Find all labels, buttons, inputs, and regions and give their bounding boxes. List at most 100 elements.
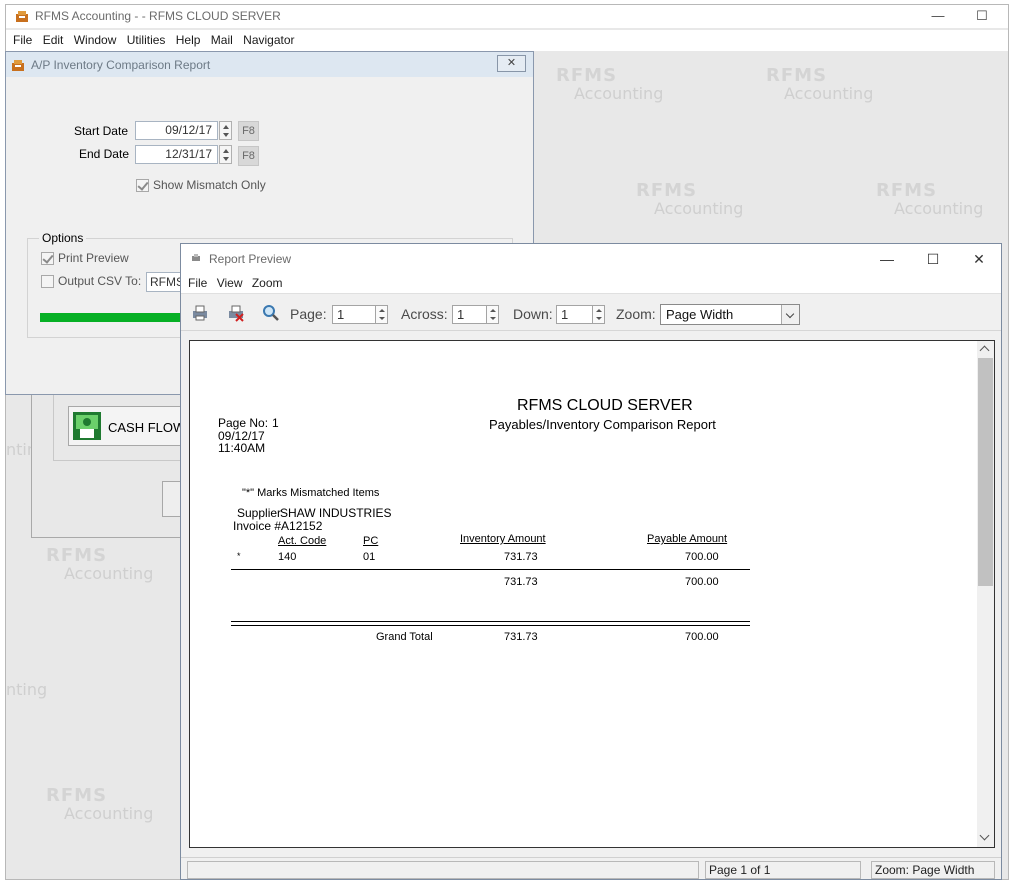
ap-dialog-titlebar: A/P Inventory Comparison Report ✕: [6, 52, 533, 77]
page-no-label: Page No:: [218, 416, 269, 430]
page-label: Page:: [290, 306, 327, 322]
status-zoom: Zoom: Page Width: [871, 861, 995, 879]
chevron-down-icon[interactable]: [781, 305, 799, 324]
search-icon[interactable]: [262, 304, 280, 322]
grand-total-label: Grand Total: [376, 631, 433, 643]
report-preview-toolbar: Page: 1 Across: 1 Down: 1 Zoom: Page Wid…: [181, 293, 1001, 331]
print-preview-checkbox[interactable]: [41, 252, 54, 265]
page-spinner[interactable]: [376, 305, 388, 324]
menu-edit[interactable]: Edit: [43, 30, 64, 50]
down-spinner[interactable]: [593, 305, 605, 324]
close-button[interactable]: ✕: [957, 248, 1001, 270]
cash-flow-icon: [73, 412, 101, 440]
col-header-payable: Payable Amount: [647, 533, 728, 545]
report-time: 11:40AM: [218, 441, 266, 455]
zoom-label: Zoom:: [616, 306, 656, 322]
menu-view[interactable]: View: [217, 274, 243, 292]
subtotal-inventory: 731.73: [504, 576, 538, 588]
report-page-area: RFMS CLOUD SERVER Payables/Inventory Com…: [189, 340, 995, 848]
end-date-spinner[interactable]: [219, 145, 232, 164]
zoom-value: Page Width: [666, 307, 734, 322]
menu-file[interactable]: File: [188, 274, 207, 292]
grand-total-inventory: 731.73: [504, 631, 538, 643]
down-input[interactable]: 1: [556, 305, 593, 324]
status-cell-empty: [187, 861, 699, 879]
report-preview-menubar: File View Zoom: [181, 274, 1001, 293]
start-date-spinner[interactable]: [219, 121, 232, 140]
show-mismatch-checkbox[interactable]: [136, 179, 149, 192]
col-header-inventory: Inventory Amount: [460, 533, 546, 545]
row-payable-amount: 700.00: [685, 551, 719, 563]
vertical-scrollbar[interactable]: [977, 341, 994, 847]
menu-navigator[interactable]: Navigator: [243, 30, 294, 50]
show-mismatch-label: Show Mismatch Only: [153, 178, 266, 192]
rfms-app-icon: [12, 60, 24, 71]
scroll-thumb[interactable]: [978, 358, 993, 586]
report-company: RFMS CLOUD SERVER: [517, 397, 693, 414]
across-spinner[interactable]: [487, 305, 499, 324]
maximize-button[interactable]: ☐: [911, 248, 955, 270]
menu-mail[interactable]: Mail: [211, 30, 233, 50]
menu-file[interactable]: File: [13, 30, 32, 50]
menu-help[interactable]: Help: [176, 30, 201, 50]
across-label: Across:: [401, 306, 448, 322]
cash-flow-button[interactable]: CASH FLOW: [68, 406, 190, 446]
end-date-label: End Date: [78, 147, 129, 161]
watermark-logo: RFMS Accounting: [876, 180, 984, 218]
navigator-panel: CASH FLOW: [31, 380, 192, 538]
zoom-select[interactable]: Page Width: [660, 304, 800, 325]
app-title: RFMS Accounting - - RFMS CLOUD SERVER: [35, 9, 281, 23]
app-titlebar: RFMS Accounting - - RFMS CLOUD SERVER — …: [6, 5, 1008, 28]
output-csv-checkbox[interactable]: [41, 275, 54, 288]
supplier-name: SHAW INDUSTRIES: [280, 506, 392, 520]
start-date-f8-button[interactable]: F8: [238, 121, 259, 141]
watermark-logo: RFMS Accounting: [46, 785, 154, 823]
progress-bar: [40, 313, 200, 322]
col-header-act-code: Act. Code: [278, 535, 327, 547]
minimize-button[interactable]: —: [865, 248, 909, 270]
print-setup-icon[interactable]: [227, 304, 245, 322]
scroll-down-icon[interactable]: [979, 830, 990, 841]
col-header-pc: PC: [363, 535, 379, 547]
watermark-logo: RFMS Accounting: [636, 180, 744, 218]
report-preview-titlebar: Report Preview — ☐ ✕: [181, 244, 1001, 274]
scroll-up-icon[interactable]: [979, 345, 990, 356]
ap-dialog-close-button[interactable]: ✕: [497, 55, 526, 72]
output-csv-label: Output CSV To:: [58, 274, 142, 288]
printer-icon: [192, 254, 200, 261]
ap-dialog-title: A/P Inventory Comparison Report: [31, 58, 211, 72]
start-date-label: Start Date: [73, 124, 128, 138]
divider: [231, 621, 750, 622]
rfms-app-icon: [16, 11, 28, 22]
across-input[interactable]: 1: [452, 305, 487, 324]
end-date-f8-button[interactable]: F8: [238, 146, 259, 166]
print-preview-label: Print Preview: [58, 251, 129, 265]
status-bar: Page 1 of 1 Zoom: Page Width: [181, 857, 1001, 879]
subtotal-payable: 700.00: [685, 576, 719, 588]
start-date-input[interactable]: 09/12/17: [135, 121, 218, 140]
supplier-label: Supplier: [237, 506, 282, 520]
options-legend: Options: [39, 231, 87, 245]
page-no-value: 1: [272, 416, 279, 430]
page-input[interactable]: 1: [332, 305, 376, 324]
menu-window[interactable]: Window: [74, 30, 117, 50]
divider: [231, 625, 750, 626]
report-preview-window: Report Preview — ☐ ✕ File View Zoom Page…: [180, 243, 1002, 880]
row-inventory-amount: 731.73: [504, 551, 538, 563]
watermark-logo: RFMS Accounting: [556, 65, 664, 103]
watermark-logo: RFMS Accounting: [766, 65, 874, 103]
menu-zoom[interactable]: Zoom: [252, 274, 283, 292]
mismatch-note: "*" Marks Mismatched Items: [242, 487, 380, 499]
report-subtitle: Payables/Inventory Comparison Report: [489, 417, 716, 432]
print-icon[interactable]: [191, 304, 209, 322]
invoice-number: Invoice #A12152: [233, 519, 323, 533]
end-date-input[interactable]: 12/31/17: [135, 145, 218, 164]
divider: [231, 569, 750, 570]
row-pc: 01: [363, 551, 376, 563]
watermark-logo: RFMS Accounting: [46, 545, 154, 583]
row-act-code: 140: [278, 551, 297, 563]
maximize-button[interactable]: ☐: [960, 5, 1004, 28]
minimize-button[interactable]: —: [916, 5, 960, 28]
cash-flow-label: CASH FLOW: [108, 420, 186, 435]
menu-utilities[interactable]: Utilities: [127, 30, 166, 50]
